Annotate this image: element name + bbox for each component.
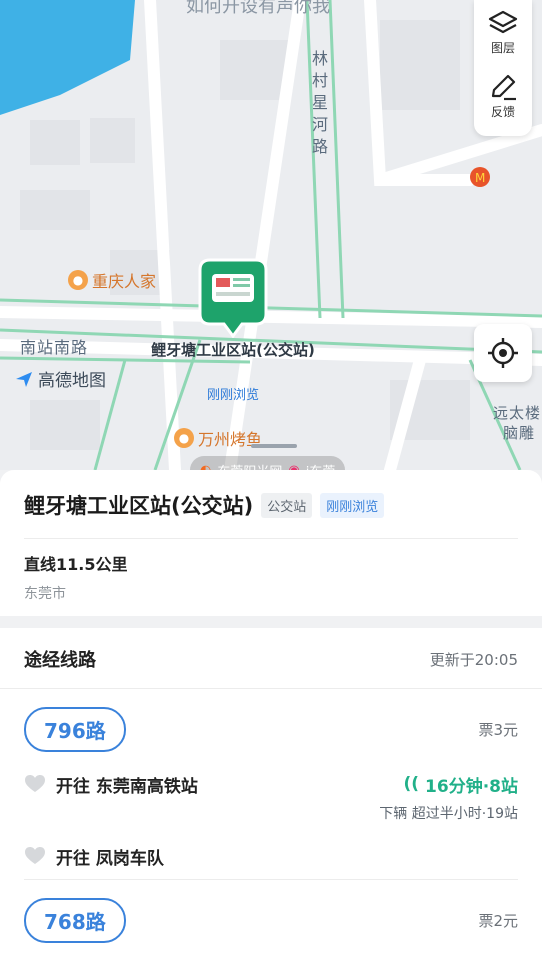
route-fare: 票3元 xyxy=(478,720,518,739)
poi-restaurant-label: 重庆人家 xyxy=(92,272,157,291)
poi-bbq[interactable]: ● 万州烤鱼 xyxy=(174,426,262,450)
crosshair-icon xyxy=(488,338,518,368)
route-name-pill[interactable]: 768路 xyxy=(24,897,126,943)
building-label-2: 脑雕 xyxy=(503,424,536,442)
amap-logo-icon xyxy=(16,371,32,387)
section-gap xyxy=(0,616,542,628)
routes-card: 途经线路 更新于20:05 796路 票3元 开往 东莞南高铁站 (( 16分钟… xyxy=(0,628,542,960)
realtime-eta: (( 16分钟·8站 xyxy=(404,772,519,797)
pen-icon xyxy=(491,74,516,100)
layers-label: 图层 xyxy=(490,40,515,55)
marker-stop-name: 鲤牙塘工业区站(公交站) xyxy=(151,341,315,359)
bbq-icon: ● xyxy=(174,428,194,448)
poi-restaurant[interactable]: ● 重庆人家 xyxy=(68,268,156,292)
realtime-signal-icon: (( xyxy=(403,774,420,794)
feedback-label: 反馈 xyxy=(490,104,515,119)
map-tool-panel: 图层 反馈 xyxy=(474,0,532,136)
building-label: 远太楼 xyxy=(493,404,542,422)
direction-label: 开往 东莞南高铁站 xyxy=(56,776,198,797)
direction-label-2: 开往 凤岗车队 xyxy=(56,848,164,869)
amap-logo: 高德地图 xyxy=(14,366,106,391)
direction-row-2[interactable]: 开往 凤岗车队 xyxy=(24,833,518,880)
route-fare: 票2元 xyxy=(478,911,518,930)
stop-title: 鲤牙塘工业区站(公交站) xyxy=(24,494,254,518)
sheet-drag-handle[interactable] xyxy=(251,444,297,448)
road-label-vertical: 林村星河路 xyxy=(312,49,330,156)
recent-badge: 刚刚浏览 xyxy=(320,492,385,518)
heart-icon[interactable] xyxy=(24,846,46,866)
layers-icon xyxy=(488,10,518,33)
eta-text: 16分钟·8站 xyxy=(425,776,518,797)
route-item[interactable]: 796路 票3元 开往 东莞南高铁站 (( 16分钟·8站 下辆 超过半小时·1… xyxy=(0,689,542,880)
restaurant-icon: ● xyxy=(68,270,88,290)
stop-city: 东莞市 xyxy=(24,586,66,602)
stop-type-badge: 公交站 xyxy=(261,492,313,518)
feedback-button[interactable]: 反馈 xyxy=(488,64,518,128)
locate-button[interactable] xyxy=(474,324,532,382)
route-name-pill[interactable]: 796路 xyxy=(24,706,126,752)
map-view[interactable]: M 如何开设有声你我 林村星河路 南站南路 远太楼 脑雕 ● 重庆人家 ● 万州… xyxy=(0,0,542,470)
stop-info-card: 鲤牙塘工业区站(公交站) 公交站 刚刚浏览 直线11.5公里 东莞市 xyxy=(0,470,542,616)
svg-text:M: M xyxy=(475,171,485,185)
road-label-horizontal: 南站南路 xyxy=(20,338,89,357)
marker-recent-tag: 刚刚浏览 xyxy=(206,388,259,403)
amap-logo-text: 高德地图 xyxy=(38,371,106,391)
routes-header: 途经线路 更新于20:05 xyxy=(0,628,542,689)
routes-heading: 途经线路 xyxy=(24,650,96,671)
next-bus-info: 下辆 超过半小时·19站 xyxy=(379,806,518,822)
stop-detail-sheet: 鲤牙塘工业区站(公交站) 公交站 刚刚浏览 直线11.5公里 东莞市 途经线路 … xyxy=(0,470,542,960)
direction-row[interactable]: 开往 东莞南高铁站 (( 16分钟·8站 xyxy=(24,769,518,799)
map-hint-text: 如何开设有声你我 xyxy=(186,0,330,17)
routes-updated: 更新于20:05 xyxy=(429,650,518,669)
bus-stop-marker[interactable] xyxy=(198,258,268,338)
layers-button[interactable]: 图层 xyxy=(488,0,518,64)
heart-icon[interactable] xyxy=(24,774,46,794)
route-item[interactable]: 768路 票2元 xyxy=(0,880,542,960)
stop-distance: 直线11.5公里 xyxy=(24,555,128,574)
